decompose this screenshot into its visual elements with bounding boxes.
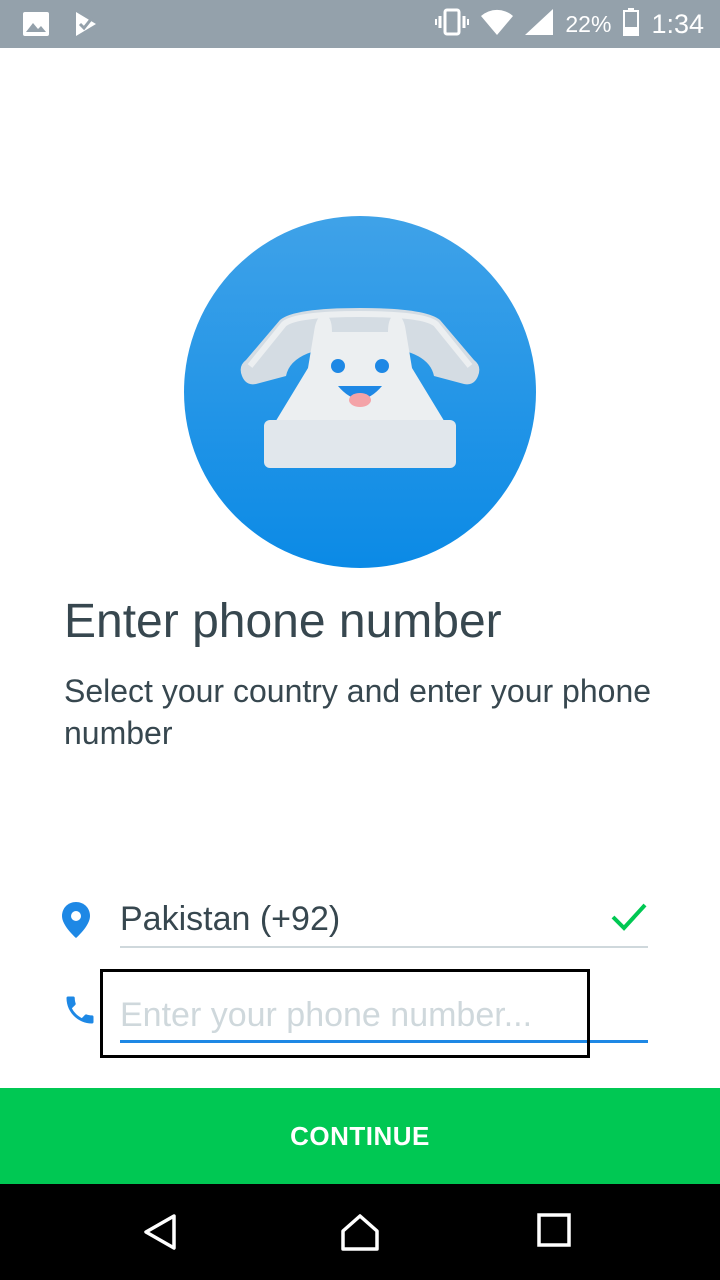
notification-check-icon bbox=[72, 10, 100, 43]
battery-percent: 22% bbox=[565, 10, 612, 37]
page-subtitle: Select your country and enter your phone… bbox=[64, 673, 652, 751]
country-value: Pakistan (+92) bbox=[120, 900, 341, 938]
phone-number-input[interactable] bbox=[120, 990, 648, 1043]
clock: 1:34 bbox=[651, 8, 704, 39]
vibrate-icon bbox=[435, 8, 470, 41]
phone-icon bbox=[62, 992, 98, 1033]
cell-signal-icon bbox=[525, 8, 554, 40]
battery-icon bbox=[623, 7, 640, 41]
status-bar: 22% 1:34 bbox=[0, 0, 720, 48]
check-icon bbox=[610, 902, 648, 937]
continue-button[interactable]: CONTINUE bbox=[0, 1088, 720, 1184]
page-title: Enter phone number bbox=[64, 595, 502, 648]
phone-mascot-illustration bbox=[184, 216, 536, 568]
country-selector[interactable]: Pakistan (+92) bbox=[120, 896, 648, 948]
navigation-bar bbox=[0, 1184, 720, 1280]
home-icon[interactable] bbox=[340, 1212, 380, 1257]
location-pin-icon bbox=[62, 902, 90, 943]
image-icon bbox=[22, 11, 50, 42]
recents-icon[interactable] bbox=[536, 1212, 572, 1253]
wifi-icon bbox=[481, 9, 514, 40]
back-icon[interactable] bbox=[140, 1212, 180, 1257]
